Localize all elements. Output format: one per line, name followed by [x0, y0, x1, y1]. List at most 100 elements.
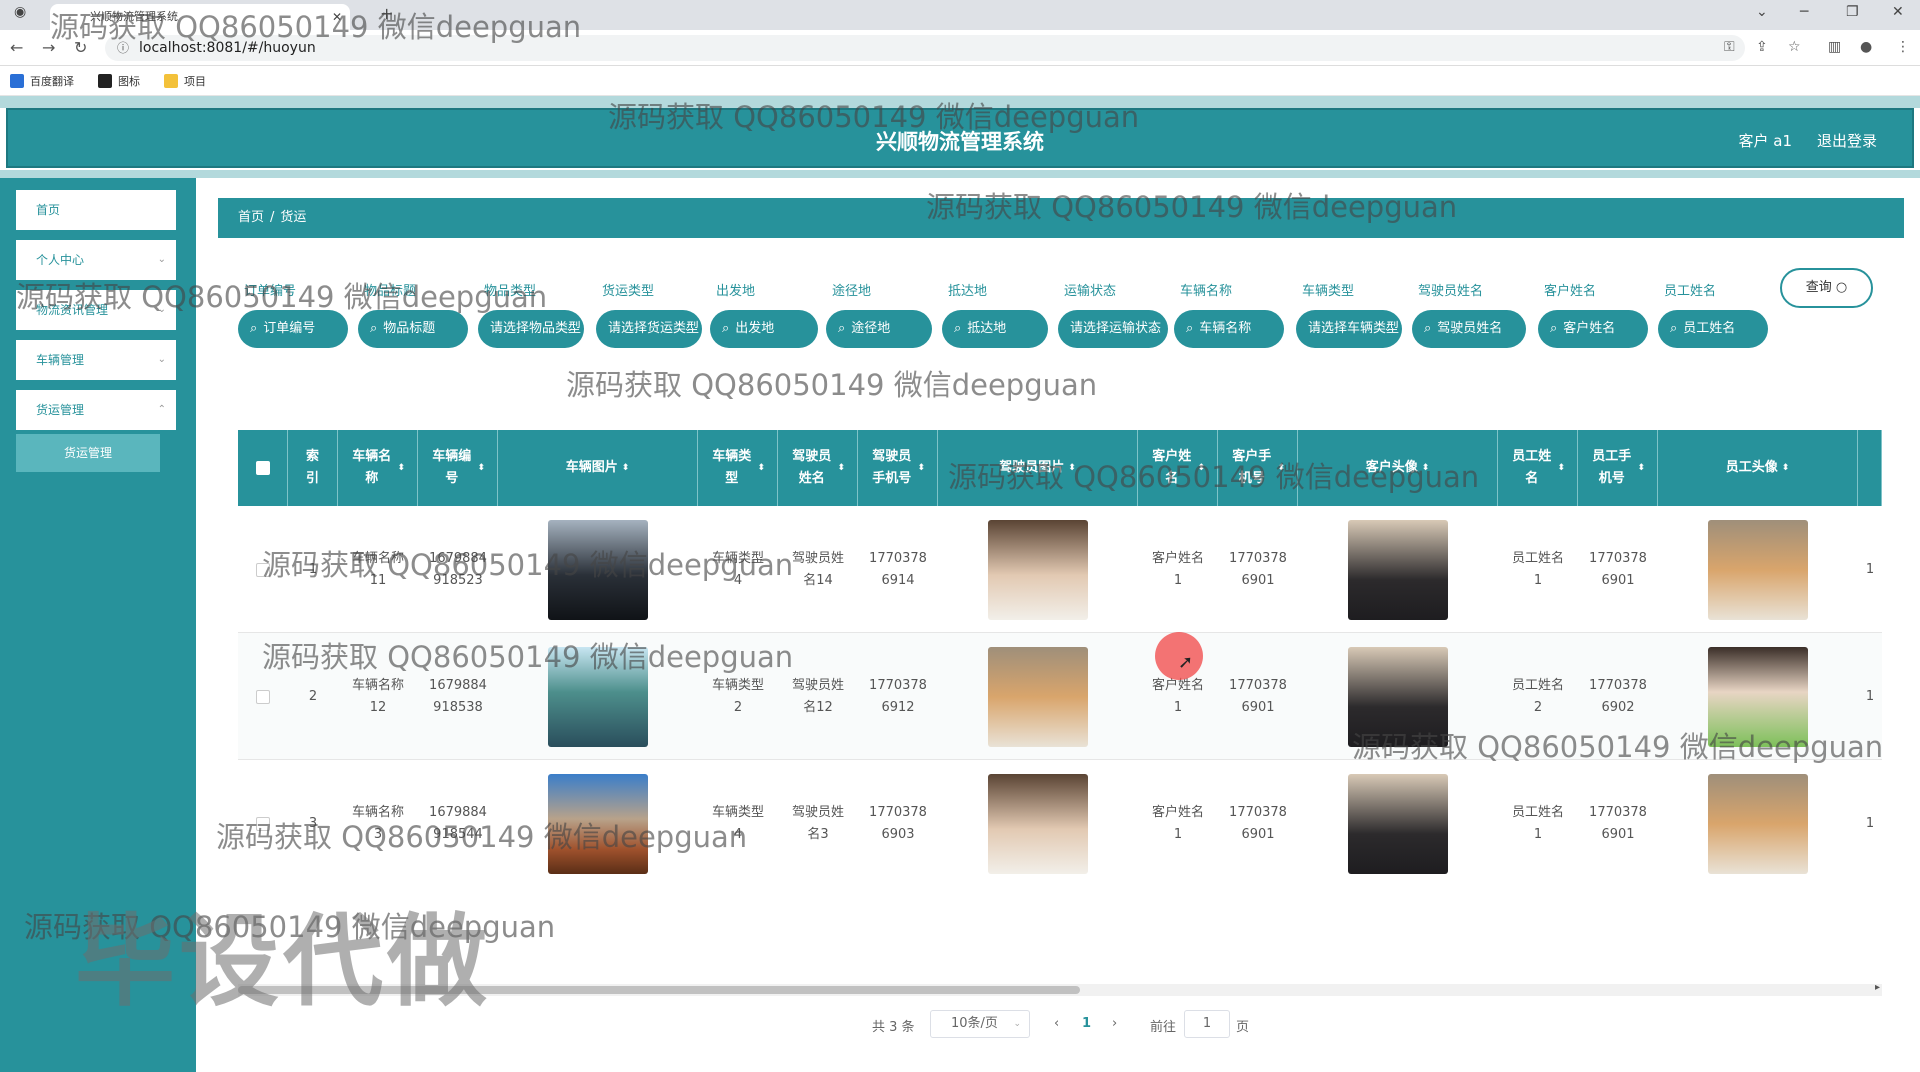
search-icon: ⌕	[1670, 321, 1678, 336]
staff-avatar[interactable]	[1708, 773, 1808, 874]
restore-icon[interactable]: ❐	[1846, 4, 1859, 20]
current-user: 客户 a1	[1738, 132, 1792, 150]
search-button[interactable]: 查询 ○	[1780, 268, 1873, 308]
search-icon: ⌕	[1186, 321, 1194, 336]
sort-icon[interactable]: ⬍	[1782, 457, 1790, 479]
filter-input[interactable]: ⌕ 途径地	[826, 310, 932, 348]
filter-input[interactable]: ⌕ 出发地	[710, 310, 818, 348]
next-page-icon[interactable]: ›	[1112, 1016, 1117, 1031]
back-icon[interactable]: ←	[10, 38, 23, 57]
sort-icon[interactable]: ⬍	[397, 457, 405, 479]
watermark: 源码获取 QQ86050149 微信deepguan	[50, 10, 582, 44]
table-cell: 17703786901	[1229, 677, 1287, 715]
driver-photo[interactable]	[988, 646, 1088, 747]
column-header[interactable]: 驾驶员姓名 ⬍	[778, 430, 858, 506]
filter-input[interactable]: ⌕ 客户姓名	[1538, 310, 1648, 348]
pagination-total: 共 3 条	[872, 1020, 915, 1035]
filter-select[interactable]: 请选择货运类型 ⌄	[596, 310, 702, 348]
watermark: 源码获取 QQ86050149 微信deepguan	[926, 190, 1458, 224]
search-icon: ⌕	[1424, 321, 1432, 336]
logout-button[interactable]: 退出登录	[1817, 130, 1877, 151]
menu-icon[interactable]: ⋮	[1896, 39, 1910, 55]
column-header: 索引	[288, 430, 338, 506]
column-header[interactable]: 员工头像 ⬍	[1658, 430, 1858, 506]
table-cell: 17703786901	[1229, 550, 1287, 588]
customer-avatar[interactable]	[1348, 519, 1448, 620]
column-header[interactable]: 员工手机号 ⬍	[1578, 430, 1658, 506]
watermark: 源码获取 QQ86050149 微信deepguan	[262, 548, 794, 582]
chevron-down-icon[interactable]: ⌄	[1756, 4, 1768, 20]
filter-label: 货运类型	[602, 284, 655, 299]
window-close-icon[interactable]: ✕	[1892, 4, 1904, 20]
scroll-right-icon[interactable]: ▸	[1875, 982, 1880, 993]
checkbox[interactable]	[256, 689, 270, 704]
filter-input[interactable]: ⌕ 车辆名称	[1174, 310, 1284, 348]
goto-label: 前往	[1150, 1020, 1177, 1035]
filter-input[interactable]: ⌕ 驾驶员姓名	[1412, 310, 1526, 348]
image-cell	[938, 760, 1138, 880]
filter-input[interactable]: ⌕ 抵达地	[942, 310, 1048, 348]
sort-icon[interactable]: ⬍	[757, 457, 765, 479]
sidepanel-icon[interactable]: ▥	[1828, 39, 1841, 55]
sort-icon[interactable]: ⬍	[1557, 457, 1565, 479]
sort-icon[interactable]: ⬍	[1637, 457, 1645, 479]
prev-page-icon[interactable]: ‹	[1054, 1016, 1059, 1031]
goto-page-input[interactable]: 1	[1184, 1010, 1230, 1038]
chevron-down-icon: ⌄	[1013, 1019, 1021, 1029]
sort-icon[interactable]: ⬍	[837, 457, 845, 479]
driver-photo[interactable]	[988, 773, 1088, 874]
filter-select[interactable]: 请选择车辆类型 ⌄	[1296, 310, 1402, 348]
filter-label: 出发地	[716, 284, 756, 299]
watermark: 源码获取 QQ86050149 微信deepguan	[948, 460, 1480, 494]
filter-input[interactable]: ⌕ 员工姓名	[1658, 310, 1768, 348]
filter-label: 员工姓名	[1664, 284, 1717, 299]
watermark: 源码获取 QQ86050149 微信deepguan	[16, 280, 548, 314]
watermark-big: 毕设代做	[75, 903, 491, 1020]
chevron-down-icon: ⌄	[1149, 323, 1158, 334]
page-size-select[interactable]: 10条/页 ⌄	[930, 1010, 1030, 1038]
bookmark-item[interactable]: 项目	[164, 73, 206, 89]
filter-select[interactable]: 请选择运输状态 ⌄	[1058, 310, 1168, 348]
share-icon[interactable]: ⇪	[1756, 39, 1768, 55]
bookmark-item[interactable]: 百度翻译	[10, 73, 74, 89]
sidebar-item-vehicles[interactable]: 车辆管理 ⌄	[16, 340, 176, 380]
key-icon[interactable]: ⚿	[1724, 39, 1735, 55]
overflow-cell: 1	[1865, 815, 1875, 831]
filter-label: 驾驶员姓名	[1418, 284, 1484, 299]
profile-icon[interactable]: ●	[1860, 39, 1872, 55]
table-cell: 17703786914	[869, 550, 927, 588]
table-cell: 员工姓名1	[1511, 804, 1564, 842]
sort-icon[interactable]: ⬍	[477, 457, 485, 479]
watermark: 源码获取 QQ86050149 微信deepguan	[1352, 730, 1884, 764]
image-icon	[98, 74, 112, 88]
image-cell	[938, 506, 1138, 633]
column-header[interactable]: 车辆编号 ⬍	[418, 430, 498, 506]
search-icon: ⌕	[954, 321, 962, 336]
image-cell	[1658, 760, 1858, 880]
column-header[interactable]: 车辆名称 ⬍	[338, 430, 418, 506]
column-header-overflow	[1858, 430, 1882, 506]
sidebar-item-freight[interactable]: 货运管理 ⌃	[16, 390, 176, 430]
translate-icon	[10, 74, 24, 88]
select-all-checkbox[interactable]	[238, 430, 288, 506]
bookmarks-bar: 百度翻译 图标 项目	[0, 66, 1920, 96]
staff-avatar[interactable]	[1708, 519, 1808, 620]
column-header[interactable]: 驾驶员手机号 ⬍	[858, 430, 938, 506]
chevron-down-icon: ⌄	[1383, 323, 1392, 334]
table-cell: 员工姓名1	[1511, 550, 1564, 588]
column-header[interactable]: 员工姓名 ⬍	[1498, 430, 1578, 506]
customer-avatar[interactable]	[1348, 773, 1448, 874]
column-header[interactable]: 车辆图片 ⬍	[498, 430, 698, 506]
breadcrumb-home[interactable]: 首页	[238, 210, 264, 225]
sort-icon[interactable]: ⬍	[917, 457, 925, 479]
sort-icon[interactable]: ⬍	[622, 457, 630, 479]
star-icon[interactable]: ☆	[1788, 39, 1801, 55]
sidebar-subitem-freight[interactable]: 货运管理	[16, 434, 160, 472]
column-header[interactable]: 车辆类型 ⬍	[698, 430, 778, 506]
driver-photo[interactable]	[988, 519, 1088, 620]
bookmark-item[interactable]: 图标	[98, 73, 140, 89]
page-number[interactable]: 1	[1082, 1016, 1091, 1031]
checkbox[interactable]	[255, 461, 270, 475]
sidebar-item-home[interactable]: 首页	[16, 190, 176, 230]
minimize-icon[interactable]: ─	[1800, 4, 1808, 20]
